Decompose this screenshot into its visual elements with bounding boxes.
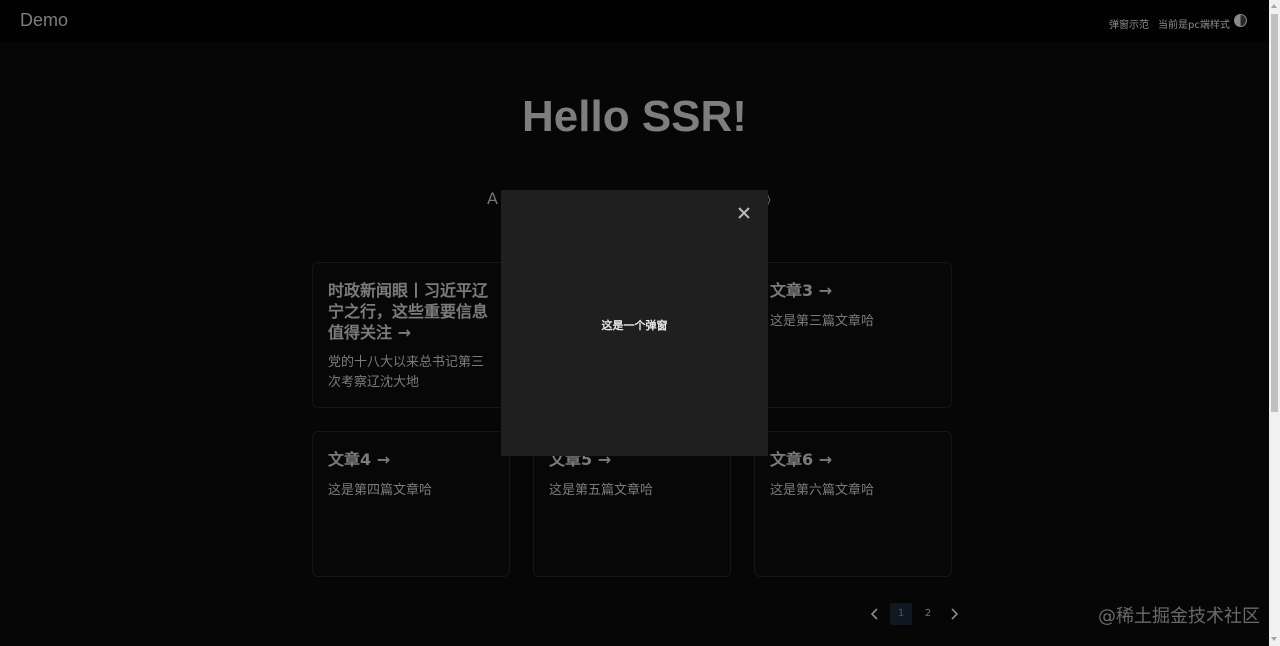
page: Demo 弹窗示范 当前是pc端样式 Hello SSR! A 》 时政新闻眼丨… (0, 0, 1269, 646)
nav-device-mode-label[interactable]: 当前是pc端样式 (1158, 16, 1230, 31)
modal-message: 这是一个弹窗 (601, 319, 668, 332)
article-card[interactable]: 文章4 → 这是第四篇文章哈 (312, 431, 510, 577)
article-card[interactable]: 文章6 → 这是第六篇文章哈 (754, 431, 952, 577)
hero-subtitle-start: A (487, 189, 498, 208)
article-card-title[interactable]: 时政新闻眼丨习近平辽宁之行，这些重要信息值得关注 → (328, 280, 496, 343)
scroll-down-icon[interactable] (1271, 637, 1277, 641)
article-card[interactable]: 文章3 → 这是第三篇文章哈 (754, 262, 952, 408)
chevron-right-icon[interactable] (943, 603, 965, 625)
article-card-title[interactable]: 文章4 → (328, 449, 496, 470)
watermark: @稀土掘金技术社区 (1098, 606, 1260, 627)
article-card-title[interactable]: 文章6 → (770, 449, 938, 470)
article-card-desc: 这是第三篇文章哈 (770, 314, 875, 329)
top-header: Demo 弹窗示范 当前是pc端样式 (0, 0, 1269, 42)
pagination-page-2[interactable]: 2 (917, 603, 939, 625)
article-card[interactable]: 时政新闻眼丨习近平辽宁之行，这些重要信息值得关注 → 党的十八大以来总书记第三次… (312, 262, 510, 408)
pagination-page-1[interactable]: 1 (890, 603, 912, 625)
nav-modal-demo-link[interactable]: 弹窗示范 (1109, 16, 1149, 31)
modal-dialog: 这是一个弹窗 (501, 190, 768, 456)
hero-title: Hello SSR! (522, 92, 747, 141)
close-icon[interactable] (737, 206, 751, 220)
theme-toggle-icon[interactable] (1234, 14, 1247, 27)
vertical-scrollbar[interactable] (1269, 0, 1280, 646)
article-card-desc: 这是第五篇文章哈 (549, 483, 654, 498)
article-card-desc: 这是第四篇文章哈 (328, 483, 433, 498)
scroll-up-icon[interactable] (1271, 4, 1277, 8)
chevron-left-icon[interactable] (864, 603, 886, 625)
site-logo[interactable]: Demo (20, 10, 68, 31)
article-card-title[interactable]: 文章3 → (770, 280, 938, 301)
scrollbar-thumb[interactable] (1271, 14, 1278, 412)
article-card-desc: 这是第六篇文章哈 (770, 483, 875, 498)
article-card-desc: 党的十八大以来总书记第三次考察辽沈大地 (328, 355, 485, 390)
